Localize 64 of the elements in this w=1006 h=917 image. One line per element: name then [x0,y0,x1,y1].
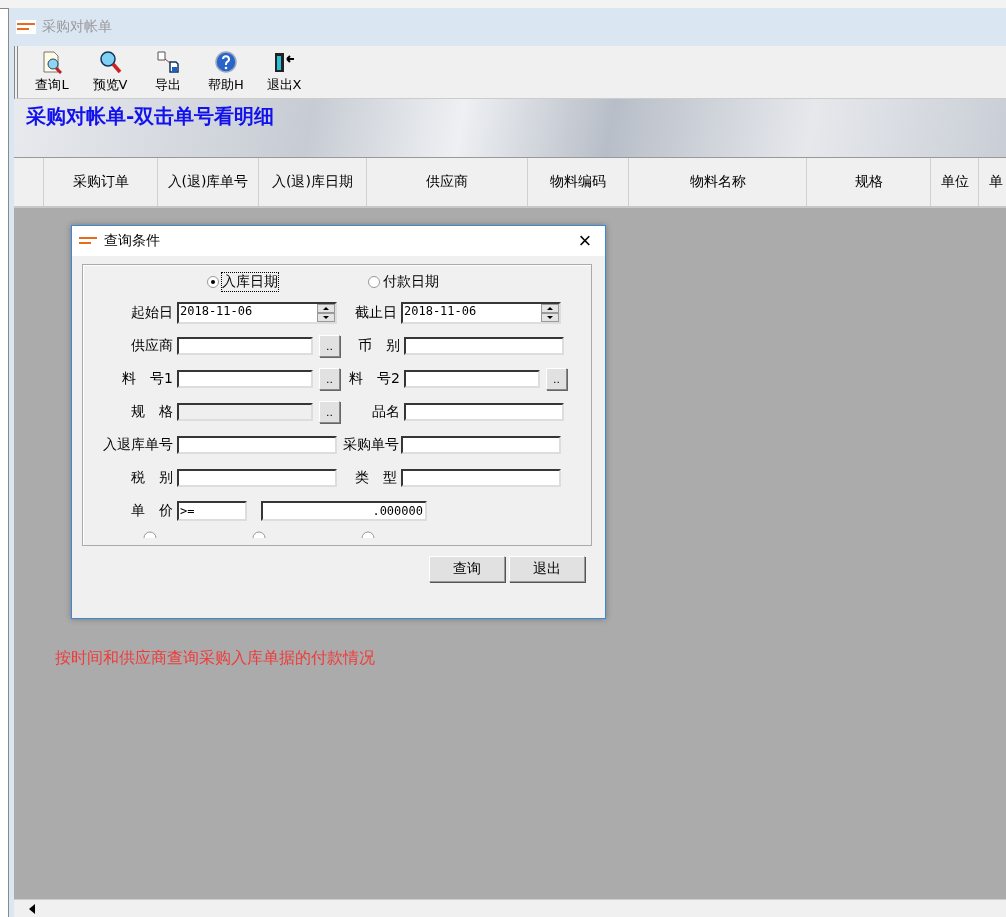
field-label: 规 格 [130,403,173,421]
scroll-left-icon[interactable] [28,903,36,914]
date-field[interactable]: 2018-11-06 [177,302,337,324]
price-field[interactable]: .000000 [261,501,427,521]
help-icon [214,50,238,74]
input-field[interactable] [177,337,313,355]
dialog-button[interactable]: 查询 [429,556,505,582]
input-field[interactable] [401,436,561,454]
field-label: 供应商 [130,337,173,355]
window-title: 采购对帐单 [42,18,112,36]
input-field[interactable] [401,469,561,487]
input-field[interactable] [404,337,564,355]
field-label: 品名 [371,403,400,421]
radio-icon[interactable] [361,531,375,538]
toolbar-button[interactable]: 导出 [144,50,192,94]
date-field[interactable]: 2018-11-06 [401,302,561,324]
column-header: 采购订单 [44,158,158,206]
app-logo-icon [16,20,36,34]
radio-icon[interactable] [143,531,157,538]
column-header: 物料名称 [629,158,807,206]
magnifier-icon [98,50,122,74]
spinner-icon[interactable] [317,304,335,322]
toolbar-button[interactable]: 预览V [86,50,134,94]
input-field[interactable] [177,436,337,454]
dialog-title: 查询条件 [104,232,161,250]
column-header: 单位 [931,158,979,206]
toolbar-button[interactable]: 退出X [260,50,308,94]
field-label: 料 号2 [348,370,400,388]
column-header: 供应商 [367,158,528,206]
door-exit-icon [272,50,296,74]
input-field[interactable] [177,469,337,487]
browse-button[interactable]: .. [319,368,340,390]
column-header: 单 [988,172,1003,191]
input-field[interactable] [177,370,313,388]
browse-button[interactable]: .. [546,368,567,390]
input-field[interactable] [404,370,540,388]
browse-button[interactable]: .. [319,335,340,357]
toolbar-button[interactable]: 帮助H [202,50,250,94]
field-label: 税 别 [130,469,173,487]
radio-icon[interactable] [252,531,266,538]
column-header: 规格 [807,158,931,206]
column-header: 入(退)库单号 [158,158,259,206]
document-search-icon [40,50,64,74]
field-label: 单 价 [130,502,173,520]
dialog-button[interactable]: 退出 [509,556,585,582]
close-button[interactable]: × [565,226,605,256]
operator-field[interactable]: >= [177,501,247,521]
document-transfer-icon [156,50,180,74]
input-field[interactable] [404,403,564,421]
field-label: 币 别 [357,337,400,355]
field-label: 采购单号 [343,436,397,454]
field-label: 类 型 [354,469,397,487]
field-label: 入退库单号 [102,436,173,454]
field-label: 截止日 [354,304,397,322]
toolbar-button[interactable]: 查询L [28,50,76,94]
spinner-icon[interactable] [541,304,559,322]
field-label: 起始日 [130,304,173,322]
banner-title: 采购对帐单-双击单号看明细 [26,104,275,128]
radio-button[interactable]: 付款日期 [368,273,439,291]
column-header: 入(退)库日期 [259,158,367,206]
hint-text: 按时间和供应商查询采购入库单据的付款情况 [55,648,375,669]
field-label: 料 号1 [121,370,173,388]
radio-button[interactable]: 入库日期 [207,273,278,291]
column-header: 物料编码 [528,158,629,206]
